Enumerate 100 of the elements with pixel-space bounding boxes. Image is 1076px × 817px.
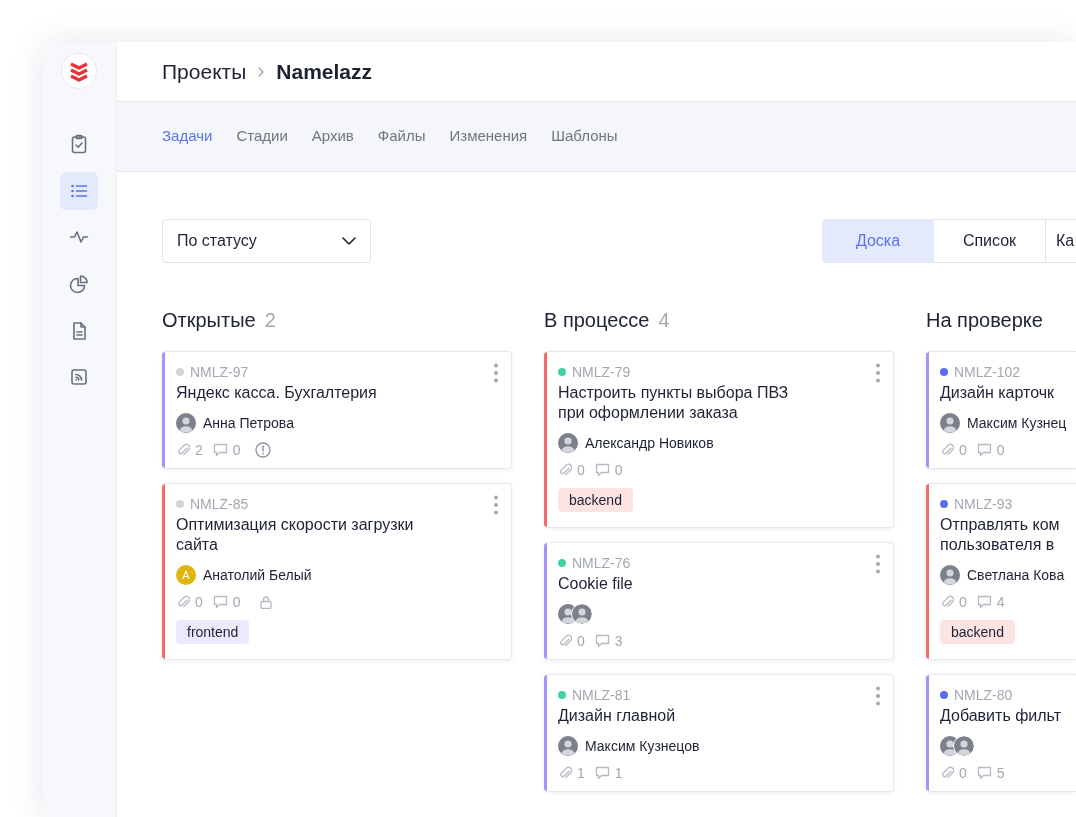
paperclip-icon	[940, 766, 954, 780]
comment-count: 0	[232, 441, 241, 459]
assignee-name: Александр Новиков	[585, 433, 714, 453]
attachment-count: 0	[959, 593, 967, 611]
task-title: Отправлять ком пользователя в	[940, 515, 1061, 555]
task-id: NMLZ-76	[572, 554, 631, 573]
comment-icon	[976, 443, 992, 457]
comment-icon	[594, 634, 610, 648]
comment-count: 0	[996, 441, 1005, 459]
more-options-icon[interactable]	[494, 363, 498, 383]
view-toggle[interactable]: Ка	[1046, 219, 1076, 263]
tag-label: backend	[558, 488, 633, 512]
task-id: NMLZ-97	[190, 363, 249, 382]
comment-count: 5	[996, 764, 1005, 782]
attachment-count: 0	[195, 593, 203, 611]
task-card[interactable]: NMLZ-93 Отправлять ком пользователя в Светлана Кова 0 4 backend	[926, 483, 1076, 660]
paperclip-icon	[558, 634, 572, 648]
view-toggle[interactable]: Список	[934, 219, 1046, 263]
task-card[interactable]: NMLZ-76 Cookie file 0 3	[544, 542, 894, 660]
task-title: Дизайн главной	[558, 706, 677, 726]
project-title: Namelazz	[276, 58, 372, 85]
task-card[interactable]: NMLZ-97 Яндекс касса. Бухгалтерия Анна Петрова 2 0	[162, 351, 512, 469]
feed-icon	[69, 367, 89, 388]
task-id: NMLZ-93	[954, 495, 1013, 514]
paperclip-icon	[558, 766, 572, 780]
more-options-icon[interactable]	[876, 686, 880, 706]
task-card[interactable]: NMLZ-81 Дизайн главной Максим Кузнецов 1 1	[544, 674, 894, 792]
comment-icon	[212, 443, 228, 457]
tab[interactable]: Стадии	[236, 125, 288, 148]
tab[interactable]: Архив	[311, 125, 354, 148]
column-title: Открытые	[162, 309, 256, 331]
chevron-right-icon	[257, 65, 266, 78]
comment-icon	[594, 766, 610, 780]
tab[interactable]: Задачи	[162, 125, 213, 148]
task-card[interactable]: NMLZ-79 Настроить пункты выбора ПВЗ при оформлении заказа Александр Новиков 0 0 backend	[544, 351, 894, 528]
tag-label: frontend	[176, 620, 250, 644]
pie-chart-icon	[69, 274, 89, 295]
task-id: NMLZ-102	[954, 363, 1021, 382]
column-title: В процессе	[544, 309, 650, 331]
task-id: NMLZ-85	[190, 495, 249, 514]
task-card[interactable]: NMLZ-85 Оптимизация скорости загрузки сайта А Анатолий Белый 0 0 frontend	[162, 483, 512, 660]
avatar-icon	[572, 604, 592, 624]
comment-count: 1	[614, 764, 623, 782]
more-options-icon[interactable]	[494, 495, 498, 515]
comment-icon	[976, 595, 992, 609]
task-id: NMLZ-81	[572, 686, 631, 705]
logo-icon[interactable]	[61, 53, 97, 89]
clipboard-check-icon	[69, 134, 89, 154]
assignee-name: Светлана Кова	[967, 565, 1065, 585]
task-title: Cookie file	[558, 574, 634, 594]
attachment-count: 0	[959, 441, 967, 459]
avatar-icon	[176, 413, 196, 433]
column-count: 2	[264, 309, 276, 331]
avatar-icon	[558, 433, 578, 453]
paperclip-icon	[940, 443, 954, 457]
column-count: 4	[658, 309, 670, 331]
task-title: Добавить фильт	[940, 706, 1062, 726]
attachment-count: 2	[195, 441, 203, 459]
paperclip-icon	[176, 595, 190, 609]
task-id: NMLZ-80	[954, 686, 1013, 705]
task-card[interactable]: NMLZ-80 Добавить фильт 0 5	[926, 674, 1076, 792]
sidebar-nav-button[interactable]	[60, 171, 98, 210]
comment-icon	[212, 595, 228, 609]
breadcrumb-link[interactable]: Проекты	[162, 58, 247, 85]
column-title: На проверке	[926, 309, 1043, 331]
comment-count: 0	[232, 593, 241, 611]
tab[interactable]: Изменения	[449, 125, 528, 148]
group-by-dropdown[interactable]: По статусу	[162, 219, 371, 263]
avatar-initials: А	[176, 565, 196, 585]
paperclip-icon	[176, 443, 190, 457]
task-title: Дизайн карточк	[940, 383, 1056, 403]
attachment-count: 0	[577, 461, 585, 479]
assignee-name: Максим Кузнецов	[585, 736, 700, 756]
assignee-name: Максим Кузнец	[967, 413, 1067, 433]
more-options-icon[interactable]	[876, 363, 880, 383]
tab[interactable]: Файлы	[377, 125, 426, 148]
avatar-icon	[954, 736, 974, 756]
attachment-count: 1	[577, 764, 585, 782]
avatar-icon	[940, 413, 960, 433]
task-title: Оптимизация скорости загрузки сайта	[176, 515, 415, 555]
avatar-icon	[558, 736, 578, 756]
chevron-down-icon	[342, 237, 356, 245]
task-card[interactable]: NMLZ-102 Дизайн карточк Максим Кузнец 0 0	[926, 351, 1076, 469]
task-title: Яндекс касса. Бухгалтерия	[176, 383, 378, 403]
comment-count: 0	[614, 461, 623, 479]
assignee-name: Анна Петрова	[203, 413, 294, 433]
comment-icon	[976, 766, 992, 780]
avatar-icon	[940, 565, 960, 585]
tag-label: backend	[940, 620, 1015, 644]
attachment-count: 0	[959, 764, 967, 782]
comment-count: 3	[614, 632, 623, 650]
attachment-count: 0	[577, 632, 585, 650]
tab[interactable]: Шаблоны	[551, 125, 618, 148]
more-options-icon[interactable]	[876, 554, 880, 574]
comment-count: 4	[996, 593, 1005, 611]
task-id: NMLZ-79	[572, 363, 631, 382]
assignee-name: Анатолий Белый	[203, 565, 312, 585]
paperclip-icon	[558, 463, 572, 477]
paperclip-icon	[940, 595, 954, 609]
task-title: Настроить пункты выбора ПВЗ при оформлении заказа	[558, 383, 790, 423]
